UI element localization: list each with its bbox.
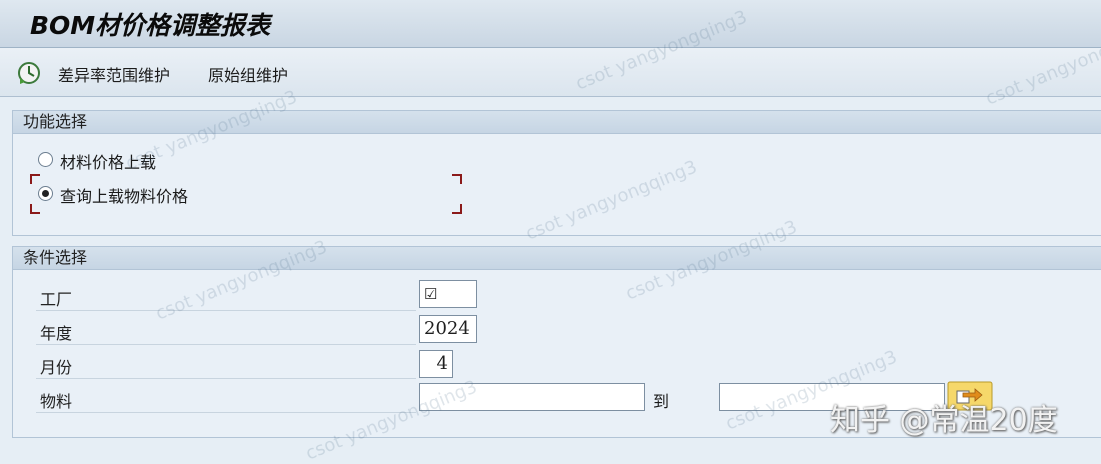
page-title: BOM材价格调整报表: [30, 11, 271, 40]
focus-frame-corner: [30, 204, 40, 214]
plant-checkbox-field[interactable]: ☑: [419, 280, 477, 308]
row-separator: [36, 412, 416, 413]
month-input[interactable]: 4: [419, 350, 453, 378]
focus-frame-corner: [452, 204, 462, 214]
radio-label-query-uploaded-price: 查询上载物料价格: [60, 187, 189, 206]
month-label: 月份: [40, 358, 73, 377]
row-separator: [36, 310, 416, 311]
condition-selection-header: 条件选择: [13, 247, 1101, 270]
radio-query-uploaded-price[interactable]: [38, 186, 53, 201]
execute-clock-icon[interactable]: [16, 60, 42, 86]
row-separator: [36, 344, 416, 345]
plant-label: 工厂: [40, 290, 73, 309]
focus-frame-corner: [452, 174, 462, 184]
title-bar: BOM材价格调整报表: [0, 0, 1101, 48]
function-selection-header: 功能选择: [13, 111, 1101, 134]
material-to-label: 到: [653, 392, 670, 411]
radio-material-price-upload[interactable]: [38, 152, 53, 167]
year-label: 年度: [40, 324, 73, 343]
row-separator: [36, 378, 416, 379]
maintain-variance-range-button[interactable]: 差异率范围维护: [58, 62, 170, 86]
maintain-original-group-button[interactable]: 原始组维护: [208, 62, 288, 86]
material-label: 物料: [40, 392, 73, 411]
zhihu-watermark: 知乎 @常温20度: [830, 403, 1058, 438]
year-input[interactable]: 2024: [419, 315, 477, 343]
focus-frame-corner: [30, 174, 40, 184]
